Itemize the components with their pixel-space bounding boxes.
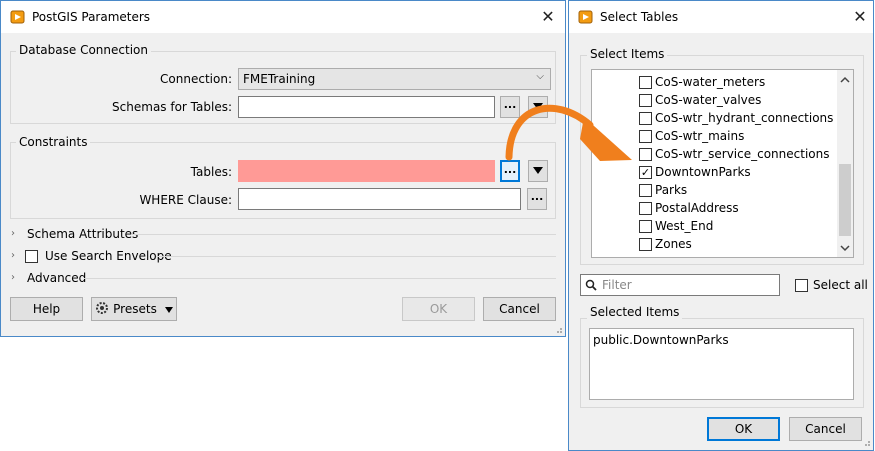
list-item[interactable]: CoS-wtr_hydrant_connections — [592, 109, 837, 127]
item-label: PostalAddress — [655, 201, 739, 215]
database-connection-label: Database Connection — [16, 43, 151, 57]
use-search-envelope-checkbox[interactable] — [25, 250, 38, 263]
postgis-parameters-dialog: PostGIS Parameters ✕ Database Connection… — [0, 0, 566, 337]
filter-placeholder: Filter — [602, 278, 632, 292]
chevron-down-icon[interactable] — [837, 240, 853, 256]
item-label: CoS-wtr_hydrant_connections — [655, 111, 834, 125]
item-label: CoS-water_valves — [655, 93, 762, 107]
item-label: Parks — [655, 183, 688, 197]
resize-grip-icon[interactable] — [863, 439, 871, 447]
fme-app-icon — [10, 10, 25, 24]
item-checkbox[interactable] — [639, 112, 652, 125]
help-button[interactable]: Help — [10, 297, 83, 321]
select-items-label: Select Items — [587, 47, 668, 61]
item-checkbox[interactable] — [639, 76, 652, 89]
connection-select[interactable]: FMETraining ⌵ — [238, 68, 551, 90]
list-item[interactable]: ✓ DowntownParks — [592, 163, 837, 181]
title-bar[interactable]: Select Tables ✕ — [569, 1, 873, 33]
item-checkbox[interactable] — [639, 130, 652, 143]
chevron-right-icon[interactable]: › — [11, 228, 15, 239]
divider — [131, 234, 556, 235]
chevron-down-icon: ⌵ — [536, 71, 544, 82]
item-label: CoS-wtr_service_connections — [655, 147, 830, 161]
tables-browse-button[interactable]: ... — [500, 160, 520, 182]
list-item[interactable]: CoS-wtr_service_connections — [592, 145, 837, 163]
where-clause-field[interactable] — [238, 188, 521, 210]
list-item[interactable]: CoS-wtr_mains — [592, 127, 837, 145]
connection-value: FMETraining — [243, 72, 316, 86]
close-icon[interactable]: ✕ — [845, 5, 875, 29]
item-label: CoS-water_meters — [655, 75, 766, 89]
divider — [156, 256, 556, 257]
tables-field[interactable] — [238, 160, 495, 182]
gear-icon — [96, 302, 109, 314]
chevron-up-icon[interactable] — [837, 72, 853, 88]
item-label: Zones — [655, 237, 692, 251]
triangle-down-icon — [164, 307, 173, 313]
item-label: CoS-wtr_mains — [655, 129, 745, 143]
close-icon[interactable]: ✕ — [533, 5, 563, 29]
presets-button[interactable]: Presets — [91, 297, 177, 321]
list-item[interactable]: Parks — [592, 181, 837, 199]
selected-items-box[interactable]: public.DowntownParks — [589, 328, 854, 400]
item-label: West_End — [655, 219, 714, 233]
list-item[interactable]: PostalAddress — [592, 199, 837, 217]
selected-items-label: Selected Items — [587, 305, 683, 319]
scrollbar-thumb[interactable] — [839, 164, 851, 236]
list-item[interactable]: CoS-water_meters — [592, 73, 837, 91]
resize-grip-icon[interactable] — [555, 326, 563, 334]
list-item[interactable]: CoS-water_valves — [592, 91, 837, 109]
where-clause-label: WHERE Clause: — [139, 193, 232, 207]
item-checkbox[interactable] — [639, 202, 652, 215]
chevron-right-icon[interactable]: › — [11, 250, 15, 261]
ok-button[interactable]: OK — [707, 417, 780, 441]
ok-button[interactable]: OK — [402, 297, 475, 321]
item-checkbox[interactable] — [639, 94, 652, 107]
selected-item: public.DowntownParks — [593, 333, 729, 347]
tables-label: Tables: — [190, 165, 232, 179]
chevron-right-icon[interactable]: › — [11, 272, 15, 283]
schemas-dropdown-button[interactable] — [528, 96, 548, 118]
cancel-button[interactable]: Cancel — [483, 297, 556, 321]
list-item[interactable]: Zones — [592, 235, 837, 253]
item-checkbox[interactable] — [639, 148, 652, 161]
list-item[interactable]: West_End — [592, 217, 837, 235]
where-clause-browse-button[interactable]: ... — [527, 188, 547, 210]
schemas-field[interactable] — [238, 96, 495, 118]
item-checkbox-checked[interactable]: ✓ — [639, 166, 652, 179]
select-tables-dialog: Select Tables ✕ Select Items CoS-water_m… — [568, 0, 874, 451]
dialog-title: PostGIS Parameters — [32, 10, 151, 24]
select-all-label[interactable]: Select all — [813, 278, 868, 292]
item-checkbox[interactable] — [639, 238, 652, 251]
title-bar[interactable]: PostGIS Parameters ✕ — [1, 1, 565, 33]
schemas-label: Schemas for Tables: — [112, 100, 232, 114]
filter-input[interactable]: Filter — [580, 274, 780, 296]
item-checkbox[interactable] — [639, 184, 652, 197]
schemas-browse-button[interactable]: ... — [500, 96, 520, 118]
triangle-down-icon — [533, 167, 543, 174]
item-checkbox[interactable] — [639, 220, 652, 233]
connection-label: Connection: — [160, 72, 232, 86]
divider — [84, 278, 556, 279]
advanced-section[interactable]: Advanced — [27, 271, 86, 285]
list-scrollbar[interactable] — [837, 70, 853, 257]
fme-app-icon — [578, 10, 593, 24]
table-list[interactable]: CoS-water_meters CoS-water_valves CoS-wt… — [591, 69, 854, 258]
use-search-envelope-label[interactable]: Use Search Envelope — [45, 249, 172, 263]
triangle-down-icon — [533, 103, 543, 110]
item-label: DowntownParks — [655, 165, 751, 179]
tables-dropdown-button[interactable] — [528, 160, 548, 182]
search-icon — [585, 279, 597, 291]
dialog-title: Select Tables — [600, 10, 679, 24]
presets-label: Presets — [113, 302, 157, 316]
cancel-button[interactable]: Cancel — [789, 417, 862, 441]
constraints-label: Constraints — [16, 135, 91, 149]
select-all-checkbox[interactable] — [795, 279, 808, 292]
schema-attributes-section[interactable]: Schema Attributes — [27, 227, 138, 241]
